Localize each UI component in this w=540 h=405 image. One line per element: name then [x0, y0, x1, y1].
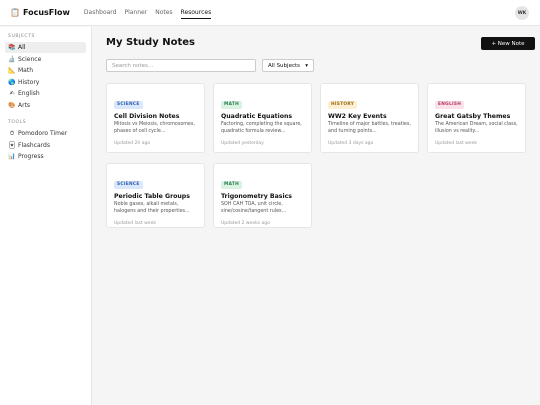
chart-icon: 📊	[8, 153, 16, 160]
nav-notes[interactable]: Notes	[155, 7, 172, 18]
note-title: Quadratic Equations	[221, 113, 293, 120]
note-description: Timeline of major battles, treaties, and…	[328, 122, 411, 134]
sidebar-item-label: Science	[18, 55, 42, 63]
note-title: WW2 Key Events	[328, 113, 387, 120]
note-updated: Updated last week	[435, 140, 477, 146]
note-updated: Updated yesterday	[221, 140, 264, 146]
pencil-icon: ✍	[9, 90, 15, 97]
new-note-button[interactable]: + New Note	[481, 37, 535, 50]
note-updated: Updated 2 weeks ago	[221, 220, 270, 226]
sidebar-item-english[interactable]: ✍ English	[5, 88, 86, 99]
nav-dashboard[interactable]: Dashboard	[84, 7, 117, 18]
tools-heading: TOOLS	[8, 120, 27, 125]
page-title: My Study Notes	[106, 37, 195, 48]
sidebar: SUBJECTS 📚 All 🔬 Science 📐 Math 🌎 Histor…	[0, 27, 92, 405]
note-updated: Updated 2h ago	[114, 140, 151, 146]
timer-icon: ⏱	[9, 129, 15, 137]
note-title: Great Gatsby Themes	[435, 113, 511, 120]
sidebar-item-label: All	[18, 44, 26, 51]
search-input[interactable]	[106, 59, 256, 72]
note-card[interactable]: HISTORY WW2 Key Events Timeline of major…	[320, 83, 419, 153]
sidebar-item-label: English	[18, 90, 40, 97]
subject-tag: MATH	[221, 180, 242, 189]
sidebar-item-label: Pomodoro Timer	[18, 130, 68, 137]
note-description: Noble gases, alkali metals, halogens and…	[114, 202, 190, 214]
sidebar-item-science[interactable]: 🔬 Science	[5, 54, 86, 65]
sidebar-item-arts[interactable]: 🎨 Arts	[5, 100, 86, 111]
sidebar-item-label: History	[18, 78, 40, 86]
note-updated: Updated 3 days ago	[328, 140, 374, 146]
subject-tag: MATH	[221, 100, 242, 109]
sidebar-item-progress[interactable]: 📊 Progress	[5, 151, 86, 162]
note-card[interactable]: SCIENCE Cell Division Notes Mitosis vs M…	[106, 83, 205, 153]
app-logo[interactable]: 📋 FocusFlow	[10, 8, 70, 17]
note-card[interactable]: MATH Quadratic Equations Factoring, comp…	[213, 83, 312, 153]
note-description: The American Dream, social class, illusi…	[435, 122, 518, 134]
note-card[interactable]: ENGLISH Great Gatsby Themes The American…	[427, 83, 526, 153]
chevron-down-icon: ▾	[305, 62, 308, 69]
avatar[interactable]: WK	[515, 6, 529, 20]
note-title: Periodic Table Groups	[114, 193, 190, 200]
sidebar-item-all[interactable]: 📚 All	[5, 42, 86, 53]
note-card[interactable]: MATH Trigonometry Basics SOH CAH TOA, un…	[213, 163, 312, 228]
sidebar-item-label: Progress	[18, 153, 44, 160]
sidebar-item-math[interactable]: 📐 Math	[5, 65, 86, 76]
nav-planner[interactable]: Planner	[124, 7, 147, 18]
flashcards-icon: 🃏	[8, 141, 16, 149]
sidebar-item-history[interactable]: 🌎 History	[5, 77, 86, 88]
subject-filter-select[interactable]: All Subjects ▾	[262, 59, 314, 72]
subjects-heading: SUBJECTS	[8, 34, 35, 39]
subject-filter-value: All Subjects	[268, 62, 300, 69]
sidebar-item-label: Math	[18, 67, 34, 74]
clipboard-icon: 📋	[10, 8, 20, 17]
note-description: Factoring, completing the square, quadra…	[221, 122, 302, 134]
note-description: Mitosis vs Meiosis, chromosomes, phases …	[114, 122, 195, 134]
sidebar-item-pomodoro[interactable]: ⏱ Pomodoro Timer	[5, 128, 86, 139]
top-bar: 📋 FocusFlow Dashboard Planner Notes Reso…	[0, 0, 540, 26]
note-title: Cell Division Notes	[114, 113, 180, 120]
note-title: Trigonometry Basics	[221, 193, 292, 200]
ruler-icon: 📐	[8, 67, 16, 74]
sidebar-item-flashcards[interactable]: 🃏 Flashcards	[5, 140, 86, 151]
note-description: SOH CAH TOA, unit circle, sine/cosine/ta…	[221, 202, 287, 214]
globe-icon: 🌎	[8, 78, 16, 86]
nav-resources[interactable]: Resources	[180, 7, 212, 19]
palette-icon: 🎨	[8, 101, 16, 109]
subject-tag: ENGLISH	[435, 100, 465, 109]
sidebar-item-label: Flashcards	[18, 141, 50, 149]
microscope-icon: 🔬	[8, 55, 16, 63]
note-updated: Updated last week	[114, 220, 156, 226]
subject-tag: HISTORY	[328, 100, 358, 109]
note-card[interactable]: SCIENCE Periodic Table Groups Noble gase…	[106, 163, 205, 228]
app-name: FocusFlow	[22, 8, 70, 17]
books-icon: 📚	[8, 44, 16, 51]
subject-tag: SCIENCE	[114, 180, 143, 189]
subject-tag: SCIENCE	[114, 100, 143, 109]
sidebar-item-label: Arts	[18, 101, 31, 109]
